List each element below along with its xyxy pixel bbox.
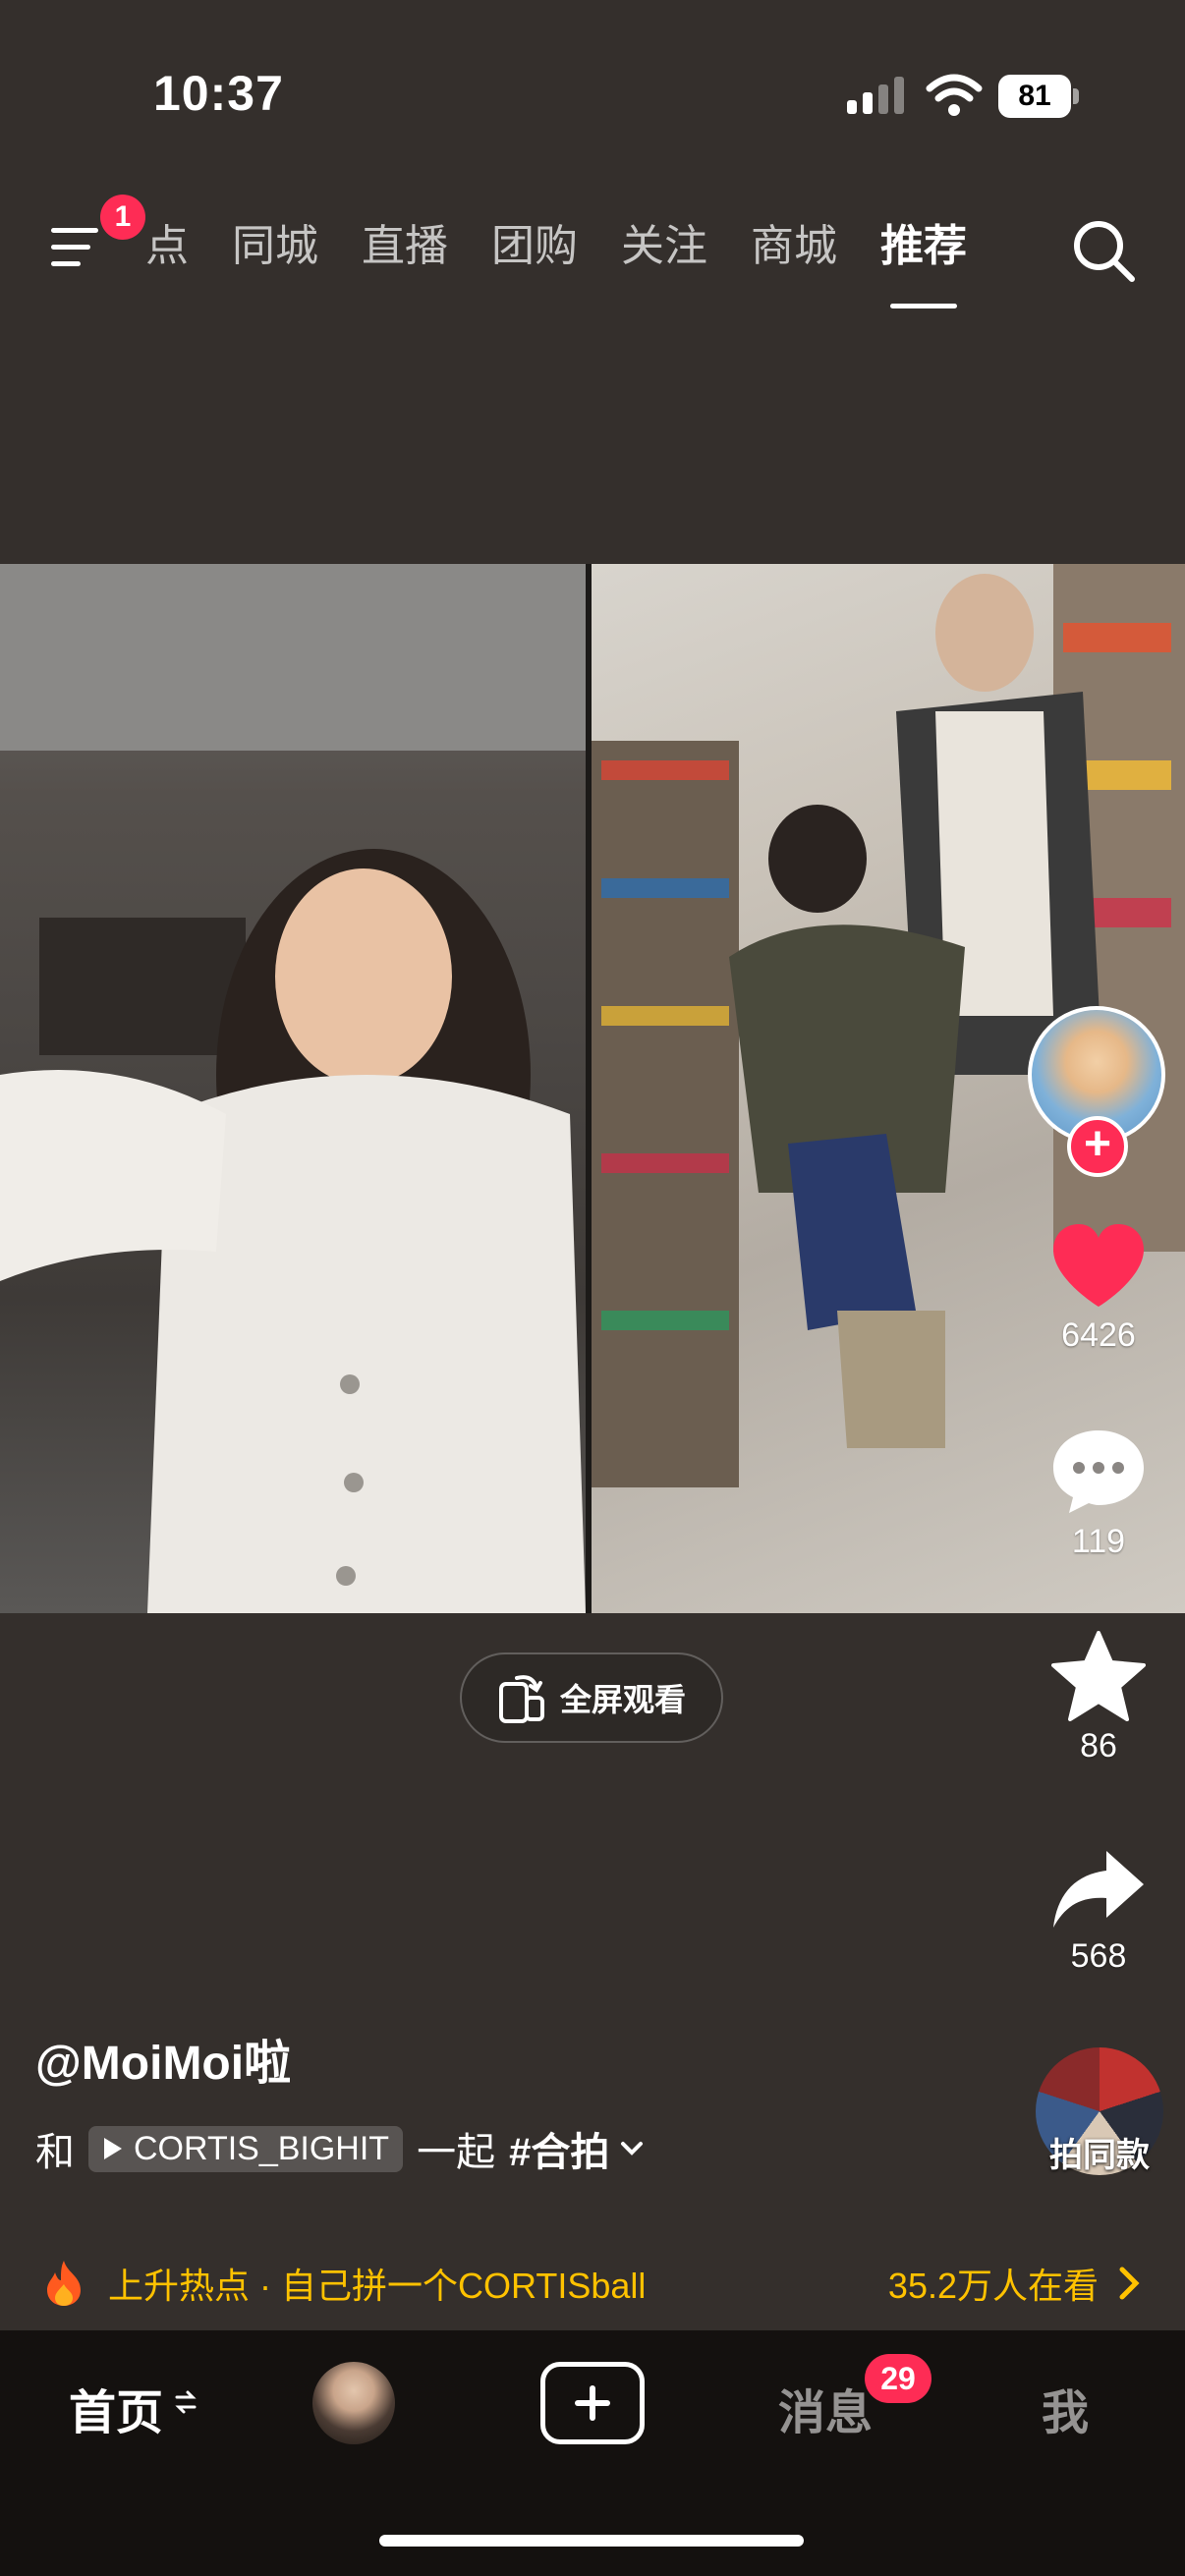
tab-following[interactable]: 关注 [621,216,707,277]
author-username[interactable]: @MoiMoi啦 [35,2024,291,2093]
like-count: 6426 [1061,1316,1136,1354]
same-style-button[interactable]: 拍同款 [1028,2128,1171,2176]
rotate-screen-icon [498,1675,544,1723]
post-caption: 和 CORTIS_BIGHIT 一起 #合拍 [35,2120,647,2177]
tab-recommended[interactable]: 推荐 [880,216,967,308]
tab-mall[interactable]: 商城 [751,216,837,277]
duet-left-video [0,564,586,1613]
caption-prefix: 和 [35,2131,75,2174]
duet-partner-name: CORTIS_BIGHIT [134,2129,390,2167]
share-count: 568 [1070,1937,1127,1975]
star-icon [1051,1631,1146,1721]
play-icon [104,2138,122,2159]
like-button[interactable]: 6426 [1032,1222,1165,1355]
status-time: 10:37 [153,66,284,121]
tab-live[interactable]: 直播 [362,216,448,277]
share-button[interactable]: 568 [1032,1847,1165,1976]
hashtag-link[interactable]: #合拍 [509,2120,609,2177]
follow-button[interactable]: + [1067,1116,1128,1177]
girl-silhouette [0,564,586,1613]
cellular-signal-icon [847,77,904,114]
share-icon [1053,1851,1144,1928]
comment-button[interactable]: 119 [1032,1427,1165,1561]
menu-icon[interactable] [47,218,106,277]
trending-text: 上升热点 · 自己拼一个CORTISball [108,2266,647,2306]
battery-level: 81 [998,75,1071,118]
tab-friend-avatar[interactable] [312,2362,395,2444]
top-tabs: 点 同城 直播 团购 关注 商城 推荐 [145,216,1010,308]
tab-group-buy[interactable]: 团购 [491,216,578,277]
comment-icon [1053,1430,1144,1513]
swap-icon[interactable] [173,2387,198,2417]
battery-nub [1073,88,1079,104]
caption-together: 一起 [417,2131,496,2174]
viewer-count: 35.2万人在看 [887,2266,1099,2306]
duet-partner-chip[interactable]: CORTIS_BIGHIT [88,2125,404,2172]
favorite-count: 86 [1080,1727,1117,1764]
battery-indicator: 81 [998,75,1079,118]
tab-hot[interactable]: 点 [145,216,189,277]
trending-bar[interactable]: 上升热点 · 自己拼一个CORTISball 35.2万人在看 [0,2236,1185,2330]
search-icon[interactable] [1069,216,1138,285]
menu-badge: 1 [100,195,145,240]
home-indicator[interactable] [379,2535,804,2547]
create-button[interactable] [540,2362,645,2444]
fullscreen-button[interactable]: 全屏观看 [460,1652,723,1743]
chevron-right-icon [1119,2267,1140,2300]
video-player[interactable] [0,564,1185,1613]
tab-messages[interactable]: 消息 [778,2374,873,2442]
fullscreen-label: 全屏观看 [559,1682,686,1717]
tab-local[interactable]: 同城 [232,216,318,277]
messages-badge: 29 [865,2354,931,2403]
tab-me[interactable]: 我 [1042,2374,1089,2442]
comment-count: 119 [1071,1523,1126,1560]
fire-icon [47,2261,81,2306]
tab-home[interactable]: 首页 [69,2374,163,2442]
heart-icon [1053,1224,1144,1307]
chevron-down-icon[interactable] [617,2134,647,2163]
plus-icon [575,2385,610,2421]
favorite-button[interactable]: 86 [1032,1631,1165,1765]
wifi-icon [926,74,983,116]
